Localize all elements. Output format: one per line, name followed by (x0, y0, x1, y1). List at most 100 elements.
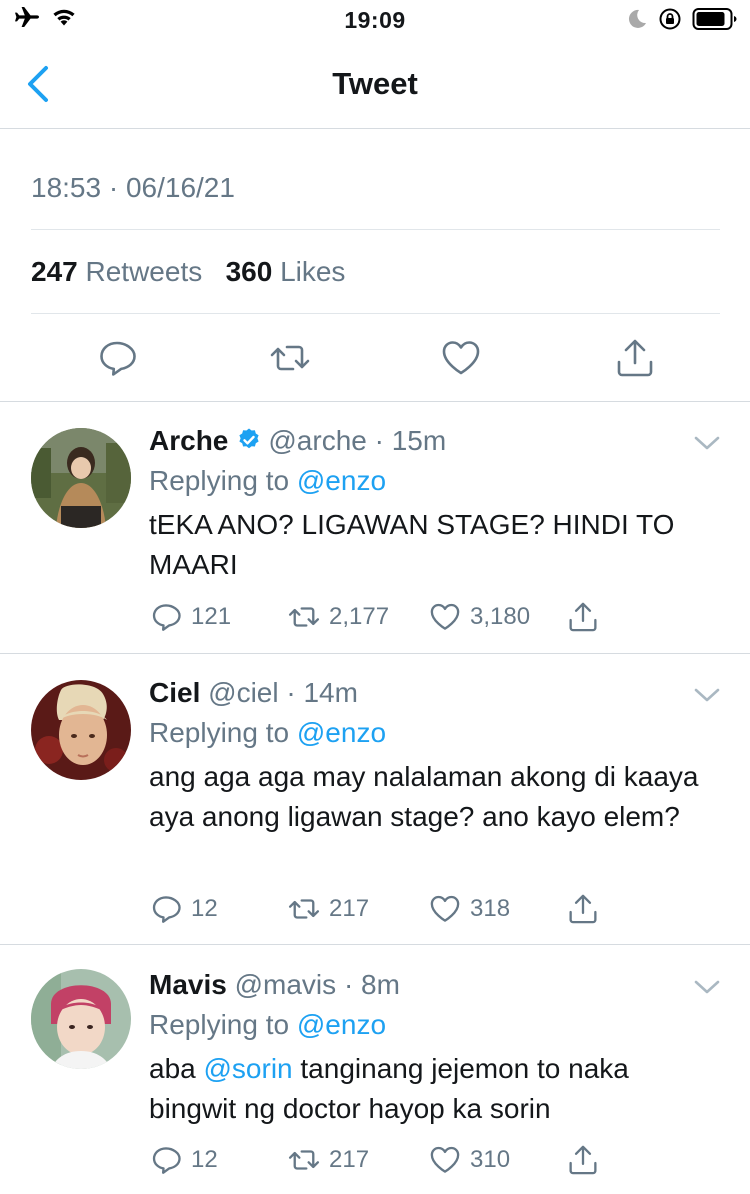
replying-to: Replying to @enzo (149, 717, 386, 749)
page-title: Tweet (332, 66, 418, 101)
more-options-button[interactable] (694, 435, 720, 456)
reply-button[interactable]: 12 (149, 1143, 218, 1177)
avatar[interactable] (31, 428, 131, 528)
share-button[interactable] (613, 336, 657, 380)
share-icon (617, 339, 653, 377)
reply-icon (152, 896, 181, 923)
reply-count: 12 (191, 1146, 218, 1173)
reply-header: Ciel @ciel · 14m (149, 677, 358, 709)
reply-icon (100, 341, 136, 376)
avatar[interactable] (31, 680, 131, 780)
like-button[interactable] (439, 336, 483, 380)
status-bar: 19:09 (0, 0, 750, 40)
divider (0, 653, 750, 654)
reply-actions: 12 217 310 (149, 1143, 709, 1183)
divider (31, 313, 720, 314)
share-button[interactable] (566, 892, 600, 926)
like-count: 310 (470, 1146, 511, 1173)
reply-time: · 14m (286, 677, 358, 708)
battery-icon (692, 8, 737, 30)
divider (0, 401, 750, 402)
share-button[interactable] (566, 600, 600, 634)
reply-button[interactable] (95, 336, 139, 380)
reply-icon (152, 604, 181, 631)
reply-count: 121 (191, 603, 232, 630)
avatar-image (31, 428, 131, 528)
retweet-icon (270, 345, 310, 371)
reply-button[interactable]: 12 (149, 892, 218, 926)
reply-item[interactable]: Arche @arche · 15m Replying to @enzo tEK… (0, 425, 750, 653)
replying-to: Replying to @enzo (149, 1009, 386, 1041)
like-button[interactable]: 3,180 (428, 600, 530, 634)
share-icon (569, 602, 597, 632)
avatar[interactable] (31, 969, 131, 1069)
reply-actions: 12 217 318 (149, 892, 709, 932)
display-name[interactable]: Ciel (149, 677, 200, 708)
replying-prefix: Replying to (149, 717, 290, 748)
display-name[interactable]: Arche (149, 425, 228, 456)
retweet-count: 217 (329, 1146, 370, 1173)
more-options-button[interactable] (694, 979, 720, 1000)
retweet-count: 217 (329, 895, 370, 922)
handle[interactable]: @ciel (208, 677, 278, 708)
reply-item[interactable]: Mavis @mavis · 8m Replying to @enzo aba … (0, 969, 750, 1194)
retweet-button[interactable]: 2,177 (287, 600, 389, 634)
replying-to: Replying to @enzo (149, 465, 386, 497)
tweet-timestamp: 18:53 · 06/16/21 (31, 172, 235, 203)
heart-icon (442, 341, 480, 375)
retweet-count: 2,177 (329, 603, 390, 630)
tweet-action-bar (0, 330, 750, 402)
replying-prefix: Replying to (149, 465, 290, 496)
reply-actions: 121 2,177 3,180 (149, 600, 709, 640)
orientation-lock-icon (659, 8, 681, 30)
retweets-label[interactable]: Retweets (86, 256, 203, 287)
like-button[interactable]: 318 (428, 892, 510, 926)
moon-icon (628, 9, 646, 28)
chevron-down-icon (694, 980, 720, 994)
divider (31, 229, 720, 230)
likes-label[interactable]: Likes (280, 256, 345, 287)
mention-link[interactable]: @enzo (297, 1009, 386, 1040)
share-icon (569, 1145, 597, 1175)
reply-time: · 8m (343, 969, 400, 1000)
handle[interactable]: @arche (268, 425, 366, 456)
nav-bar: Tweet (0, 40, 750, 129)
reply-item[interactable]: Ciel @ciel · 14m Replying to @enzo ang a… (0, 677, 750, 944)
retweet-icon (288, 607, 320, 627)
chevron-down-icon (694, 436, 720, 450)
retweet-icon (288, 899, 320, 919)
divider (0, 944, 750, 945)
retweets-count[interactable]: 247 (31, 256, 78, 287)
heart-icon (430, 1146, 460, 1173)
display-name[interactable]: Mavis (149, 969, 227, 1000)
reply-text: tEKA ANO? LIGAWAN STAGE? HINDI TO MAARI (149, 509, 675, 580)
reply-icon (152, 1147, 181, 1174)
reply-header: Mavis @mavis · 8m (149, 969, 400, 1001)
reply-header: Arche @arche · 15m (149, 425, 446, 457)
reply-button[interactable]: 121 (149, 600, 231, 634)
share-button[interactable] (566, 1143, 600, 1177)
heart-icon (430, 603, 460, 630)
like-button[interactable]: 310 (428, 1143, 510, 1177)
mention-link[interactable]: @enzo (297, 465, 386, 496)
more-options-button[interactable] (694, 687, 720, 708)
retweet-button[interactable] (268, 336, 312, 380)
verified-badge-icon (239, 428, 259, 449)
chevron-down-icon (694, 688, 720, 702)
mention-link[interactable]: @sorin (204, 1053, 293, 1084)
reply-text: ang aga aga may nalalaman akong di kaaya… (149, 761, 699, 832)
handle[interactable]: @mavis (235, 969, 337, 1000)
likes-count[interactable]: 360 (226, 256, 273, 287)
reply-text-start: aba (149, 1053, 196, 1084)
like-count: 3,180 (470, 603, 531, 630)
retweet-button[interactable]: 217 (287, 892, 369, 926)
like-count: 318 (470, 895, 511, 922)
retweet-icon (288, 1150, 320, 1170)
mention-link[interactable]: @enzo (297, 717, 386, 748)
reply-text: aba @sorin tanginang jejemon to naka bin… (149, 1049, 719, 1129)
retweet-button[interactable]: 217 (287, 1143, 369, 1177)
avatar-image (31, 680, 131, 780)
avatar-image (31, 969, 131, 1069)
tweet-counts: 247 Retweets 360 Likes (31, 256, 345, 288)
status-right (626, 7, 738, 31)
